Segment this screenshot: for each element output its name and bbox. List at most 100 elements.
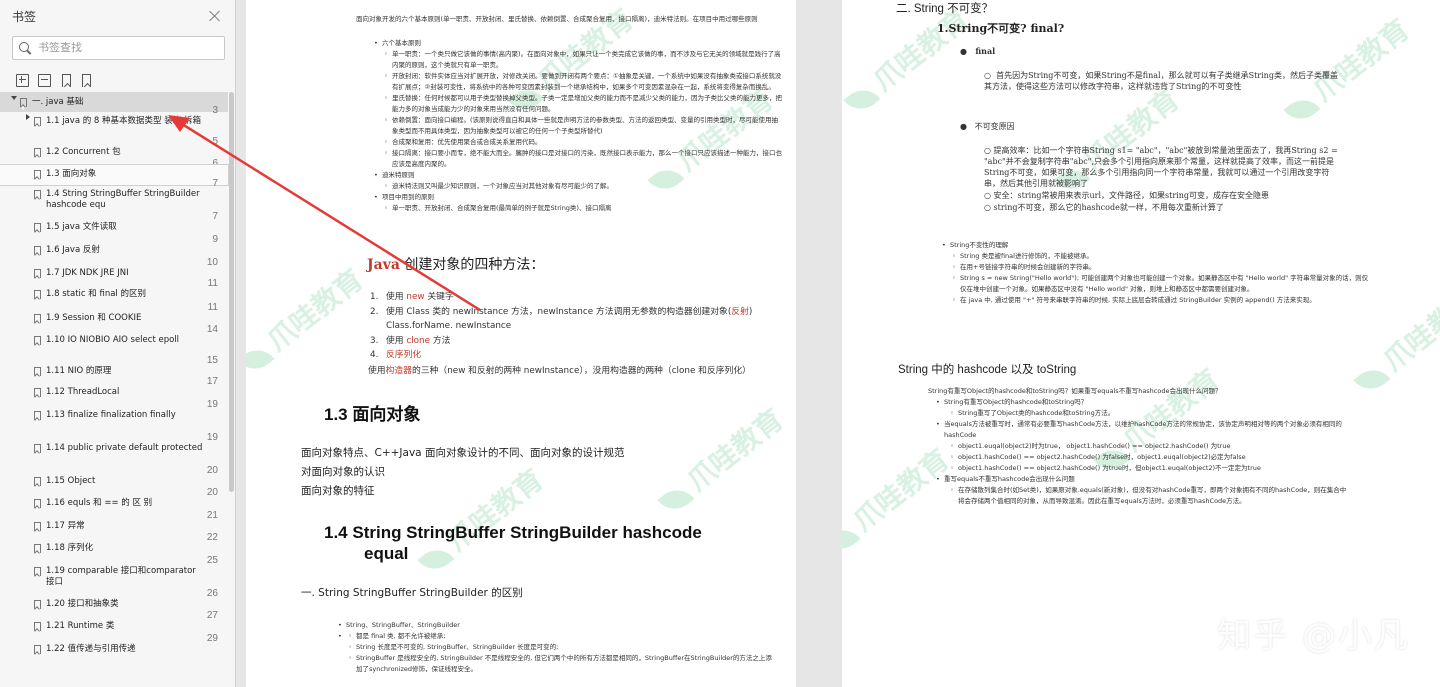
bookmark-item[interactable]: 1.18 序列化 25 <box>0 539 228 566</box>
bookmark-icon <box>34 544 41 553</box>
bookmark-item[interactable]: 1.14 public private default protected 20 <box>0 439 228 476</box>
add-bookmark-icon[interactable] <box>62 73 71 87</box>
bookmark-icon <box>34 148 41 157</box>
subsection-string-final-heading: 1.String不可变? final? <box>937 22 1065 35</box>
expand-all-icon[interactable] <box>16 73 29 87</box>
bookmark-item[interactable]: 1.15 Object 20 <box>0 472 228 498</box>
bookmark-label: 1.13 finalize finalization finally <box>46 410 176 420</box>
string-diff-item: 都是 final 类, 都不允许被继承; <box>346 631 776 642</box>
bookmark-item[interactable]: 1.22 值传递与引用传递 <box>0 640 228 654</box>
final-text: ○ 首先因为String不可变，如果String不是final，那么就可以有子类… <box>984 71 1338 91</box>
bookmark-icon <box>34 622 41 631</box>
bookmark-label: 1.18 序列化 <box>46 543 94 553</box>
document-viewer[interactable]: 爪哇教育 爪哇教育 爪哇教育 爪哇教育 爪哇教育 面向对象开发的六个基本原则(单… <box>236 0 1440 687</box>
bookmark-icon <box>20 98 27 107</box>
bookmark-chapter[interactable]: 一. java 基础 3 <box>0 92 228 116</box>
principle-item: 依赖倒置：面向接口编程。(该原则说得直白和具体一些就是声明方法的参数类型、方法的… <box>382 115 782 137</box>
bookmark-icon <box>34 600 41 609</box>
hashcode-item: ◦ 在存储散列集合时(如Set类)，如果原对象.equals(新对象)，但没有对h… <box>950 486 1347 505</box>
bookmark-item[interactable]: 1.12 ThreadLocal 19 <box>0 383 228 410</box>
bookmark-item[interactable]: 1.6 Java 反射 10 <box>0 241 228 268</box>
bookmark-label: 1.6 Java 反射 <box>46 245 100 255</box>
bookmark-item[interactable]: 1.5 java 文件读取 9 <box>0 218 228 245</box>
bookmark-item[interactable]: 1.11 NIO 的原理 17 <box>0 362 228 387</box>
bookmark-search-input[interactable] <box>38 42 224 54</box>
bookmark-item[interactable]: 1.9 Session 和 COOKIE 14 <box>0 309 228 335</box>
section-1-4-subheading: 一. String StringBuffer StringBuilder 的区别 <box>301 587 523 599</box>
create-object-way: 2. 使用 Class 类的 newInstance 方法，newInstance… <box>370 306 753 317</box>
hashcode-item: • String有重写Object的hashcode和toString吗？ <box>936 398 1088 406</box>
bookmark-label: 1.11 NIO 的原理 <box>46 366 112 376</box>
bookmark-item[interactable]: 1.21 Runtime 类 29 <box>0 617 228 644</box>
watermark-logo: 爪哇教育 <box>246 259 371 382</box>
watermark-logo: 爪哇教育 <box>649 399 790 522</box>
bookmark-icon <box>34 444 41 453</box>
immutability-item: 在用+号链接字符串的时候会创建新的字符串。 <box>950 262 1370 273</box>
immutability-item: 在 java 中, 通过使用 "+" 符号来串联字符串的时候, 实际上底层会转成… <box>950 295 1370 306</box>
principle-item: 合成聚和复用：优先使用聚合或合成关系复用代码。 <box>382 137 782 148</box>
bookmark-icon[interactable] <box>82 73 91 87</box>
chevron-right-icon[interactable] <box>26 114 30 120</box>
bookmark-label: 1.9 Session 和 COOKIE <box>46 313 142 323</box>
principle-item: 接口隔离：接口要小而专，绝不能大而全。臃肿的接口是对接口的污染，既然接口表示能力… <box>382 148 782 170</box>
principle-item: 单一职责：一个类只做它该做的事情(高内聚)。在面向对象中，如果只让一个类完成它该… <box>382 49 782 71</box>
bookmark-icon <box>34 246 41 255</box>
create-object-way: 4. 反序列化 <box>370 350 422 361</box>
hashcode-item: • 重写equals不重写hashcode会出现什么问题 <box>936 475 1075 483</box>
immutability-block: String不变性的理解 String 类是被final进行修饰的，不能被继承。… <box>940 240 1370 306</box>
bookmark-item[interactable]: 1.2 Concurrent 包6 <box>0 143 228 169</box>
bookmark-label: 1.5 java 文件读取 <box>46 222 117 232</box>
bookmark-item[interactable]: 1.4 String StringBuffer StringBuilder ha… <box>0 185 228 222</box>
bookmark-item[interactable]: 1.16 equls 和 == 的 区 别 21 <box>0 494 228 521</box>
bookmark-item[interactable]: 1.7 JDK NDK JRE JNI 11 <box>0 264 228 289</box>
create-object-way: 1. 使用 new 关键字 <box>370 292 454 302</box>
hashcode-item: ◦ object1.hashCode() == object2.hashCode(… <box>950 453 1246 461</box>
bookmark-icon <box>34 223 41 232</box>
section-1-3-body: 面向对象特点、C++Java 面向对象设计的不同、面向对象的设计规范 对面向对象的… <box>301 444 624 501</box>
hashcode-item: • 当equals方法被重写时，通常有必要重写hashCode方法，以维护hash… <box>936 420 1342 439</box>
bookmark-item[interactable]: 1.1 java 的 8 种基本数据类型 装箱 拆箱 5 <box>0 112 228 147</box>
bookmark-label: 1.14 public private default protected <box>46 443 203 453</box>
bookmark-item[interactable]: 1.17 异常 22 <box>0 517 228 543</box>
bookmark-label: 1.2 Concurrent 包 <box>46 147 121 157</box>
bookmark-label: 1.21 Runtime 类 <box>46 621 115 631</box>
close-icon[interactable] <box>209 10 221 22</box>
bookmark-search-box[interactable] <box>12 36 225 60</box>
bookmark-icon <box>34 411 41 420</box>
bookmark-panel-header: 书签 <box>0 0 235 32</box>
bookmark-icon <box>34 645 41 654</box>
bookmark-icon <box>34 567 41 576</box>
hashcode-heading: String 中的 hashcode 以及 toString <box>898 364 1077 376</box>
bookmark-icon <box>34 388 41 397</box>
string-diff-item: String 长度是不可变的, StringBuffer、StringBuild… <box>346 642 776 653</box>
watermark-logo: 爪哇教育 <box>842 0 977 121</box>
bookmark-item[interactable]: 1.20 接口和抽象类 27 <box>0 595 228 621</box>
bookmark-item[interactable]: 1.19 comparable 接口和comparator 接口 26 <box>0 562 228 599</box>
final-label: ● final <box>960 46 996 56</box>
bookmark-icon <box>34 117 41 126</box>
bookmark-list: 一. java 基础 3 1.1 java 的 8 种基本数据类型 装箱 拆箱 5 1.… <box>0 92 229 654</box>
hashcode-item: ◦ object1.euqal(object2)时为true， object1.h… <box>950 442 1231 450</box>
zhihu-watermark: 知乎 @小凡 <box>1217 616 1410 656</box>
string-diff-list: String、StringBuffer、StringBuilder 都是 fin… <box>336 620 776 675</box>
create-object-way-cont: Class.forName. newInstance <box>386 321 512 332</box>
bookmark-item[interactable]: 1.8 static 和 final 的区别 11 <box>0 285 228 313</box>
bookmark-label: 1.1 java 的 8 种基本数据类型 装箱 拆箱 <box>46 116 201 126</box>
chevron-down-icon[interactable] <box>11 96 17 100</box>
bookmark-label: 1.16 equls 和 == 的 区 别 <box>46 498 153 508</box>
hashcode-block: String有重写Object的hashcode和toString吗？如果重写e… <box>928 387 1347 505</box>
collapse-all-icon[interactable] <box>38 73 51 87</box>
reason-item: ○ 安全：string常被用来表示url，文件路径，如果string可变，成存在… <box>984 191 1270 200</box>
bookmark-panel: 书签 一. java 基础31.1 java 的 8 种基本数据类型 装箱 拆箱… <box>0 0 236 687</box>
bookmark-item[interactable]: 1.3 面向对象 7 <box>0 164 229 189</box>
bookmark-label: 1.22 值传递与引用传递 <box>46 644 136 654</box>
bookmark-scrollbar[interactable] <box>229 92 234 492</box>
bookmark-icon <box>34 269 41 278</box>
pdf-page-left: 爪哇教育 爪哇教育 爪哇教育 爪哇教育 爪哇教育 面向对象开发的六个基本原则(单… <box>246 0 796 687</box>
principles-block: 六个基本原则 单一职责：一个类只做它该做的事情(高内聚)。在面向对象中，如果只让… <box>372 38 782 214</box>
immutability-item: String s = new String("Hello world"); 可能… <box>950 273 1370 295</box>
bookmark-item[interactable]: 1.10 IO NIOBIO AIO select epoll 15 <box>0 331 228 366</box>
bookmark-icon <box>34 367 41 376</box>
bookmark-item[interactable]: 1.13 finalize finalization finally 19 <box>0 406 228 443</box>
principle-item: 里氏替换：任何时候都可以用子类型替换掉父类型。子类一定是增加父类的能力而不是减少… <box>382 93 782 115</box>
